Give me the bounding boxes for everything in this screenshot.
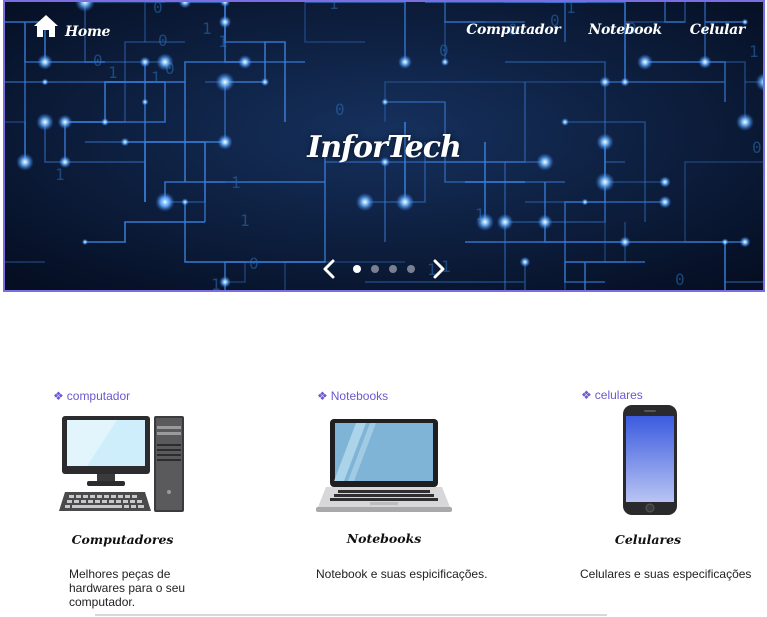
- hero-title: InforTech: [307, 130, 462, 165]
- chevron-right-icon: [433, 259, 445, 279]
- chevron-left-icon: [323, 259, 335, 279]
- tag-celulares[interactable]: ❖ celulares: [581, 388, 643, 402]
- svg-text:0: 0: [335, 100, 345, 119]
- tag-notebooks[interactable]: ❖ Notebooks: [317, 389, 388, 403]
- svg-text:1: 1: [231, 173, 241, 192]
- desktop-computer-image: [59, 416, 184, 512]
- carousel-dot-1[interactable]: [353, 265, 361, 273]
- card-description-notebooks: Notebook e suas espicificações.: [316, 567, 488, 581]
- diamond-cluster-icon: ❖: [581, 388, 592, 402]
- tag-label: computador: [66, 389, 131, 403]
- nav-link-notebook[interactable]: Notebook: [589, 22, 663, 38]
- svg-text:1: 1: [151, 68, 161, 87]
- svg-text:1: 1: [218, 32, 228, 51]
- svg-text:1: 1: [749, 42, 759, 61]
- carousel-prev-button[interactable]: [318, 256, 340, 282]
- svg-text:0: 0: [153, 2, 163, 17]
- svg-text:0: 0: [439, 41, 449, 60]
- tag-computador[interactable]: ❖ computador: [53, 389, 130, 403]
- footer-divider: [95, 614, 607, 616]
- card-description-celulares: Celulares e suas especificações: [580, 567, 752, 581]
- home-icon: [34, 15, 58, 37]
- diamond-cluster-icon: ❖: [317, 389, 328, 403]
- nav-home-label: Home: [65, 24, 111, 40]
- card-description-computadores: Melhores peças de hardwares para o seu c…: [69, 567, 186, 609]
- svg-text:1: 1: [108, 63, 118, 82]
- main-nav: Computador Notebook Celular: [438, 22, 745, 38]
- svg-text:1: 1: [240, 211, 250, 230]
- carousel-controls: [5, 256, 763, 282]
- nav-home-link[interactable]: Home: [33, 12, 110, 40]
- card-title-notebooks: Notebooks: [346, 531, 422, 546]
- nav-link-celular[interactable]: Celular: [690, 22, 746, 38]
- svg-text:0: 0: [93, 51, 103, 70]
- svg-text:1: 1: [202, 19, 212, 38]
- carousel-dot-3[interactable]: [389, 265, 397, 273]
- carousel-next-button[interactable]: [428, 256, 450, 282]
- laptop-image: [316, 419, 452, 512]
- nav-link-computador[interactable]: Computador: [466, 22, 561, 38]
- carousel-indicators: [348, 265, 420, 273]
- card-title-celulares: Celulares: [614, 532, 682, 547]
- tag-label: Notebooks: [330, 389, 389, 403]
- svg-text:1: 1: [329, 2, 339, 13]
- diamond-cluster-icon: ❖: [53, 389, 64, 403]
- tag-label: celulares: [594, 388, 643, 402]
- carousel-dot-2[interactable]: [371, 265, 379, 273]
- svg-text:1: 1: [566, 2, 576, 17]
- card-title-computadores: Computadores: [71, 532, 174, 547]
- svg-text:0: 0: [158, 31, 168, 50]
- smartphone-image: [623, 405, 677, 515]
- hero-banner: 10111111011110100001000001 Home Computad…: [3, 0, 765, 292]
- carousel-dot-4[interactable]: [407, 265, 415, 273]
